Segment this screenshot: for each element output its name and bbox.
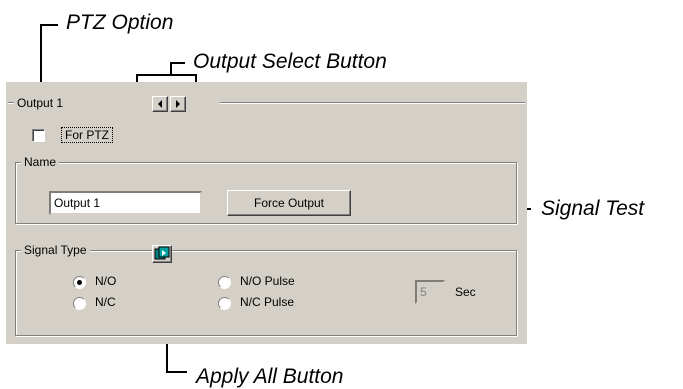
apply-all-button[interactable] (152, 245, 172, 263)
callout-signal-test: Signal Test (541, 197, 645, 220)
seconds-unit-label: Sec (455, 285, 476, 299)
outer-frame-line-left (8, 102, 14, 104)
radio-no-pulse[interactable] (218, 276, 231, 289)
force-output-button[interactable]: Force Output (227, 190, 351, 216)
ptz-checkbox[interactable] (32, 129, 45, 142)
apply-all-leader-h (166, 371, 187, 373)
callout-apply-all-button: Apply All Button (196, 365, 344, 388)
output-next-button[interactable] (170, 96, 186, 112)
callout-ptz-option: PTZ Option (66, 11, 174, 34)
output-select-bracket-top (136, 74, 197, 76)
output-select-leader-h (170, 62, 185, 64)
name-input[interactable]: Output 1 (49, 191, 202, 215)
signal-type-legend: Signal Type (21, 243, 90, 257)
ptz-checkbox-label: For PTZ (61, 127, 113, 143)
radio-no[interactable] (73, 276, 86, 289)
pulse-seconds-input[interactable]: 5 (415, 280, 445, 304)
callout-output-select-button: Output Select Button (193, 50, 387, 73)
apply-all-icon (154, 246, 170, 260)
ptz-leader-h (40, 24, 58, 26)
radio-no-pulse-label: N/O Pulse (240, 274, 295, 288)
radio-nc-label: N/C (95, 295, 116, 309)
radio-nc-pulse-label: N/C Pulse (240, 295, 295, 309)
output-group-label: Output 1 (17, 96, 64, 110)
arrow-right-icon (176, 100, 180, 108)
radio-nc-pulse[interactable] (218, 297, 231, 310)
radio-no-label: N/O (95, 274, 117, 288)
output-select-leader-v (170, 62, 172, 74)
name-group-legend: Name (21, 155, 60, 169)
arrow-left-icon (158, 100, 162, 108)
output-prev-button[interactable] (152, 96, 168, 112)
output-settings-panel: Output 1 For PTZ Name Output 1 Force Out… (6, 82, 527, 344)
outer-frame-line-right (220, 102, 525, 104)
radio-nc[interactable] (73, 297, 86, 310)
